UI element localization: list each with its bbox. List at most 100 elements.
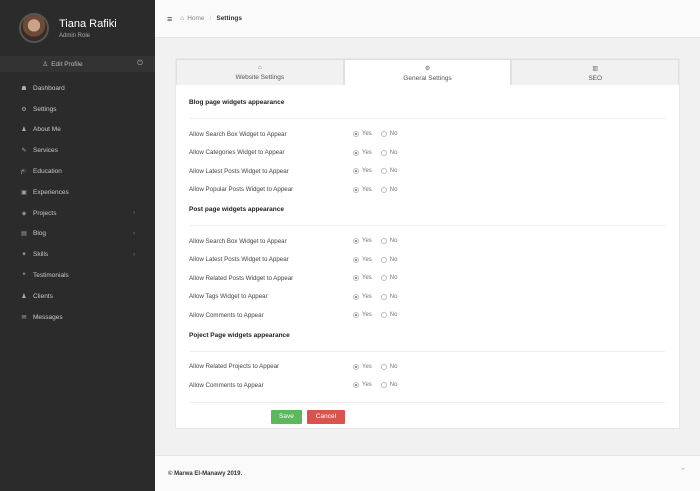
section-divider <box>189 401 665 403</box>
yes-label: Yes <box>362 363 372 370</box>
yes-radio[interactable] <box>353 382 359 389</box>
yes-radio[interactable] <box>353 186 359 193</box>
no-label: No <box>389 382 398 389</box>
section-title: Poject Page widgets appearance <box>189 331 290 339</box>
settings-card: ⌂ Website Settings ⚙ General Settings ▥ SEO B… <box>175 58 680 429</box>
option-label: Allow Search Box Widget to Appear <box>189 130 287 138</box>
no-radio[interactable] <box>380 312 387 319</box>
breadcrumb-home[interactable]: Home <box>187 15 204 22</box>
yes-label: Yes <box>362 275 372 282</box>
yes-radio[interactable] <box>353 238 359 245</box>
sidebar-item-settings[interactable]: ⚙ Settings <box>0 99 155 120</box>
yes-radio[interactable] <box>353 312 359 319</box>
form-actions: Save Cancel <box>189 409 665 424</box>
no-radio[interactable] <box>380 256 387 263</box>
yes-radio[interactable] <box>353 168 359 175</box>
no-radio[interactable] <box>380 131 387 138</box>
tab-general-settings[interactable]: ⚙ General Settings <box>343 59 512 85</box>
no-label: No <box>389 275 398 282</box>
yes-radio[interactable] <box>353 131 359 138</box>
tab-label: Website Settings <box>235 74 285 81</box>
sidebar-item-education[interactable]: 🎓 Education <box>0 161 155 182</box>
sidebar-item-dashboard[interactable]: ☗ Dashboard <box>0 78 155 99</box>
option-label: Allow Latest Posts Widget to Appear <box>189 256 289 264</box>
yes-label: Yes <box>362 186 372 193</box>
clients-icon: ♟ <box>21 293 27 300</box>
tab-website-settings[interactable]: ⌂ Website Settings <box>176 59 344 85</box>
yes-radio[interactable] <box>353 293 359 300</box>
no-radio[interactable] <box>380 293 387 300</box>
tab-label: SEO <box>588 75 603 82</box>
sidebar-item-testimonials[interactable]: ❝ Testimonials <box>0 265 155 286</box>
yes-radio[interactable] <box>353 149 359 156</box>
sidebar-item-experiences[interactable]: ▣ Experiences <box>0 182 155 203</box>
sidebar-item-clients[interactable]: ♟ Clients <box>0 286 155 307</box>
yes-no-radio-group: Yes No <box>353 312 406 319</box>
sidebar-item-skills[interactable]: ✦ Skills › <box>0 244 155 265</box>
tab-label: General Settings <box>403 75 452 82</box>
option-row: Allow Comments to Appear Yes No <box>189 306 665 325</box>
no-radio[interactable] <box>380 363 387 370</box>
footer: © Marwa El-Manawy 2019. ⌃ <box>155 455 700 491</box>
sidebar-item-messages[interactable]: ✉ Messages <box>0 307 155 328</box>
no-radio[interactable] <box>380 382 387 389</box>
option-row: Allow Comments to Appear Yes No <box>189 376 665 395</box>
education-icon: 🎓 <box>20 169 28 176</box>
avatar[interactable] <box>19 13 49 43</box>
profile-name: Tiana Rafiki <box>59 17 117 30</box>
no-label: No <box>389 312 398 319</box>
option-row: Allow Related Posts Widget to Appear Yes N… <box>189 269 665 288</box>
menu-toggle-icon[interactable]: ≡ <box>167 14 172 24</box>
yes-no-radio-group: Yes No <box>353 168 406 175</box>
no-label: No <box>389 131 398 138</box>
yes-radio[interactable] <box>353 275 359 282</box>
no-radio[interactable] <box>380 275 387 282</box>
sidebar-item-label: Clients <box>33 292 53 300</box>
edit-profile-button[interactable]: ♙ Edit Profile <box>0 60 125 68</box>
option-label: Allow Search Box Widget to Appear <box>189 237 287 245</box>
yes-label: Yes <box>362 238 372 245</box>
messages-icon: ✉ <box>21 314 27 321</box>
profile-actions: ♙ Edit Profile ⏻ <box>0 56 155 72</box>
option-label: Allow Comments to Appear <box>189 311 264 319</box>
power-icon[interactable]: ⏻ <box>125 60 155 68</box>
about-me-icon: ♟ <box>21 127 27 134</box>
option-label: Allow Related Posts Widget to Appear <box>189 274 294 282</box>
save-button[interactable]: Save <box>271 409 302 424</box>
chevron-right-icon: › <box>133 251 135 258</box>
option-label: Allow Latest Posts Widget to Appear <box>189 167 289 175</box>
option-label: Allow Comments to Appear <box>189 381 264 389</box>
cancel-button[interactable]: Cancel <box>306 409 346 424</box>
sidebar-item-about-me[interactable]: ♟ About Me <box>0 120 155 141</box>
no-radio[interactable] <box>380 186 387 193</box>
yes-label: Yes <box>362 131 372 138</box>
yes-label: Yes <box>362 149 372 156</box>
option-row: Allow Latest Posts Widget to Appear Yes No <box>189 251 665 270</box>
no-radio[interactable] <box>380 238 387 245</box>
yes-radio[interactable] <box>353 256 359 263</box>
services-icon: ✎ <box>21 148 27 155</box>
yes-no-radio-group: Yes No <box>353 363 406 370</box>
sidebar-item-blog[interactable]: ▤ Blog › <box>0 224 155 245</box>
section-divider <box>189 225 665 226</box>
projects-icon: ◈ <box>21 210 27 217</box>
breadcrumb: ⌂ Home / Settings <box>180 15 242 22</box>
no-radio[interactable] <box>380 168 387 175</box>
chevron-right-icon: › <box>133 230 135 237</box>
sidebar-item-services[interactable]: ✎ Services <box>0 140 155 161</box>
section-divider <box>189 350 665 352</box>
option-row: Allow Search Box Widget to Appear Yes No <box>189 125 665 144</box>
no-label: No <box>389 238 398 245</box>
user-icon: ♙ <box>42 61 49 68</box>
general-settings-form: Blog page widgets appearance Allow Search… <box>176 85 679 424</box>
no-radio[interactable] <box>380 149 387 156</box>
sidebar-item-projects[interactable]: ◈ Projects › <box>0 203 155 224</box>
yes-radio[interactable] <box>353 363 359 370</box>
settings-icon: ⚙ <box>21 106 27 113</box>
breadcrumb-separator: / <box>209 15 212 22</box>
general-settings-icon: ⚙ <box>424 66 431 72</box>
tab-seo[interactable]: ▥ SEO <box>511 59 680 85</box>
section-divider <box>189 118 665 119</box>
scroll-top-icon[interactable]: ⌃ <box>680 467 686 475</box>
